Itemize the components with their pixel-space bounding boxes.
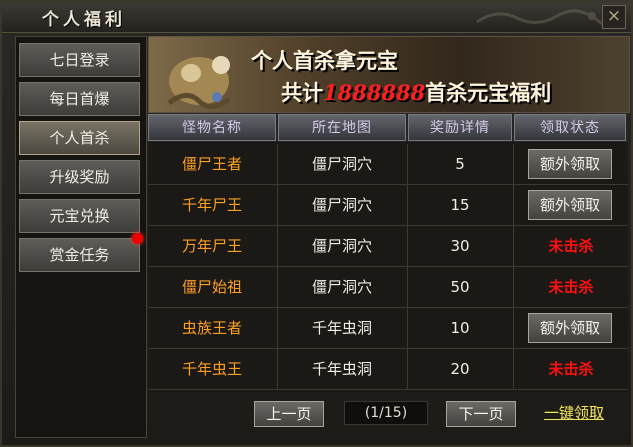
reward-value: 30 [450, 237, 470, 255]
monster-name: 万年尸王 [181, 237, 242, 255]
table-row: 僵尸始祖 僵尸洞穴 50 未击杀 [148, 267, 628, 308]
table-row: 千年尸王 僵尸洞穴 15 额外领取 [148, 185, 628, 226]
sidebar-item-daily-first-drop[interactable]: 每日首爆 [19, 82, 140, 116]
claim-extra-button[interactable]: 额外领取 [528, 313, 612, 343]
header-map: 所在地图 [278, 114, 406, 141]
notification-dot-icon [132, 233, 143, 244]
map-name: 僵尸洞穴 [311, 196, 372, 214]
sidebar: 七日登录 每日首爆 个人首杀 升级奖励 元宝兑换 赏金任务 [15, 36, 147, 438]
monster-name: 千年尸王 [181, 196, 242, 214]
map-name: 僵尸洞穴 [311, 155, 372, 173]
table-row: 僵尸王者 僵尸洞穴 5 额外领取 [148, 144, 628, 185]
monster-name: 僵尸始祖 [181, 278, 242, 296]
banner-subline: 共计1888888首杀元宝福利 [281, 77, 551, 107]
reward-value: 50 [450, 278, 470, 296]
header-monster-name: 怪物名称 [148, 114, 276, 141]
prev-page-button[interactable]: 上一页 [254, 401, 324, 427]
monster-name: 千年虫王 [181, 360, 242, 378]
sidebar-item-level-reward[interactable]: 升级奖励 [19, 160, 140, 194]
banner-prefix: 共计 [281, 80, 323, 105]
banner-suffix: 首杀元宝福利 [425, 80, 552, 105]
monster-art-icon [167, 56, 231, 109]
reward-value: 5 [455, 155, 465, 173]
table-row: 万年尸王 僵尸洞穴 30 未击杀 [148, 226, 628, 267]
reward-value: 20 [450, 360, 470, 378]
sidebar-item-bounty-quest[interactable]: 赏金任务 [19, 238, 140, 272]
status-not-killed: 未击杀 [548, 360, 594, 378]
claim-extra-button[interactable]: 额外领取 [528, 149, 612, 179]
header-status: 领取状态 [514, 114, 626, 141]
map-name: 千年虫洞 [311, 319, 372, 337]
title-bar[interactable]: 个人福利 × [2, 2, 631, 33]
welfare-window: 个人福利 × 七日登录 每日首爆 个人首杀 升级奖励 元宝兑换 赏金任务 个人首… [0, 0, 633, 447]
table-row: 虫族王者 千年虫洞 10 额外领取 [148, 308, 628, 349]
window-title: 个人福利 [42, 10, 126, 30]
banner-amount: 1888888 [323, 80, 426, 105]
monster-name: 僵尸王者 [181, 155, 242, 173]
one-key-claim-link[interactable]: 一键领取 [544, 402, 604, 423]
banner: 个人首杀拿元宝 共计1888888首杀元宝福利 [148, 36, 630, 113]
reward-value: 15 [450, 196, 470, 214]
sidebar-item-ingot-exchange[interactable]: 元宝兑换 [19, 199, 140, 233]
next-page-button[interactable]: 下一页 [446, 401, 516, 427]
claim-extra-button[interactable]: 额外领取 [528, 190, 612, 220]
map-name: 僵尸洞穴 [311, 237, 372, 255]
pagination-footer: 上一页 (1/15) 下一页 一键领取 [148, 392, 628, 436]
header-reward: 奖励详情 [408, 114, 512, 141]
status-not-killed: 未击杀 [548, 278, 594, 296]
sidebar-item-seven-day-login[interactable]: 七日登录 [19, 43, 140, 77]
sidebar-item-personal-first-kill[interactable]: 个人首杀 [19, 121, 140, 155]
banner-headline: 个人首杀拿元宝 [251, 48, 398, 73]
monster-name: 虫族王者 [181, 319, 242, 337]
dragon-ornament-icon [476, 9, 622, 28]
map-name: 千年虫洞 [311, 360, 372, 378]
map-name: 僵尸洞穴 [311, 278, 372, 296]
table-row: 千年虫王 千年虫洞 20 未击杀 [148, 349, 628, 390]
close-icon[interactable]: × [602, 5, 626, 29]
reward-value: 10 [450, 319, 470, 337]
status-not-killed: 未击杀 [548, 237, 594, 255]
page-indicator: (1/15) [344, 401, 428, 425]
